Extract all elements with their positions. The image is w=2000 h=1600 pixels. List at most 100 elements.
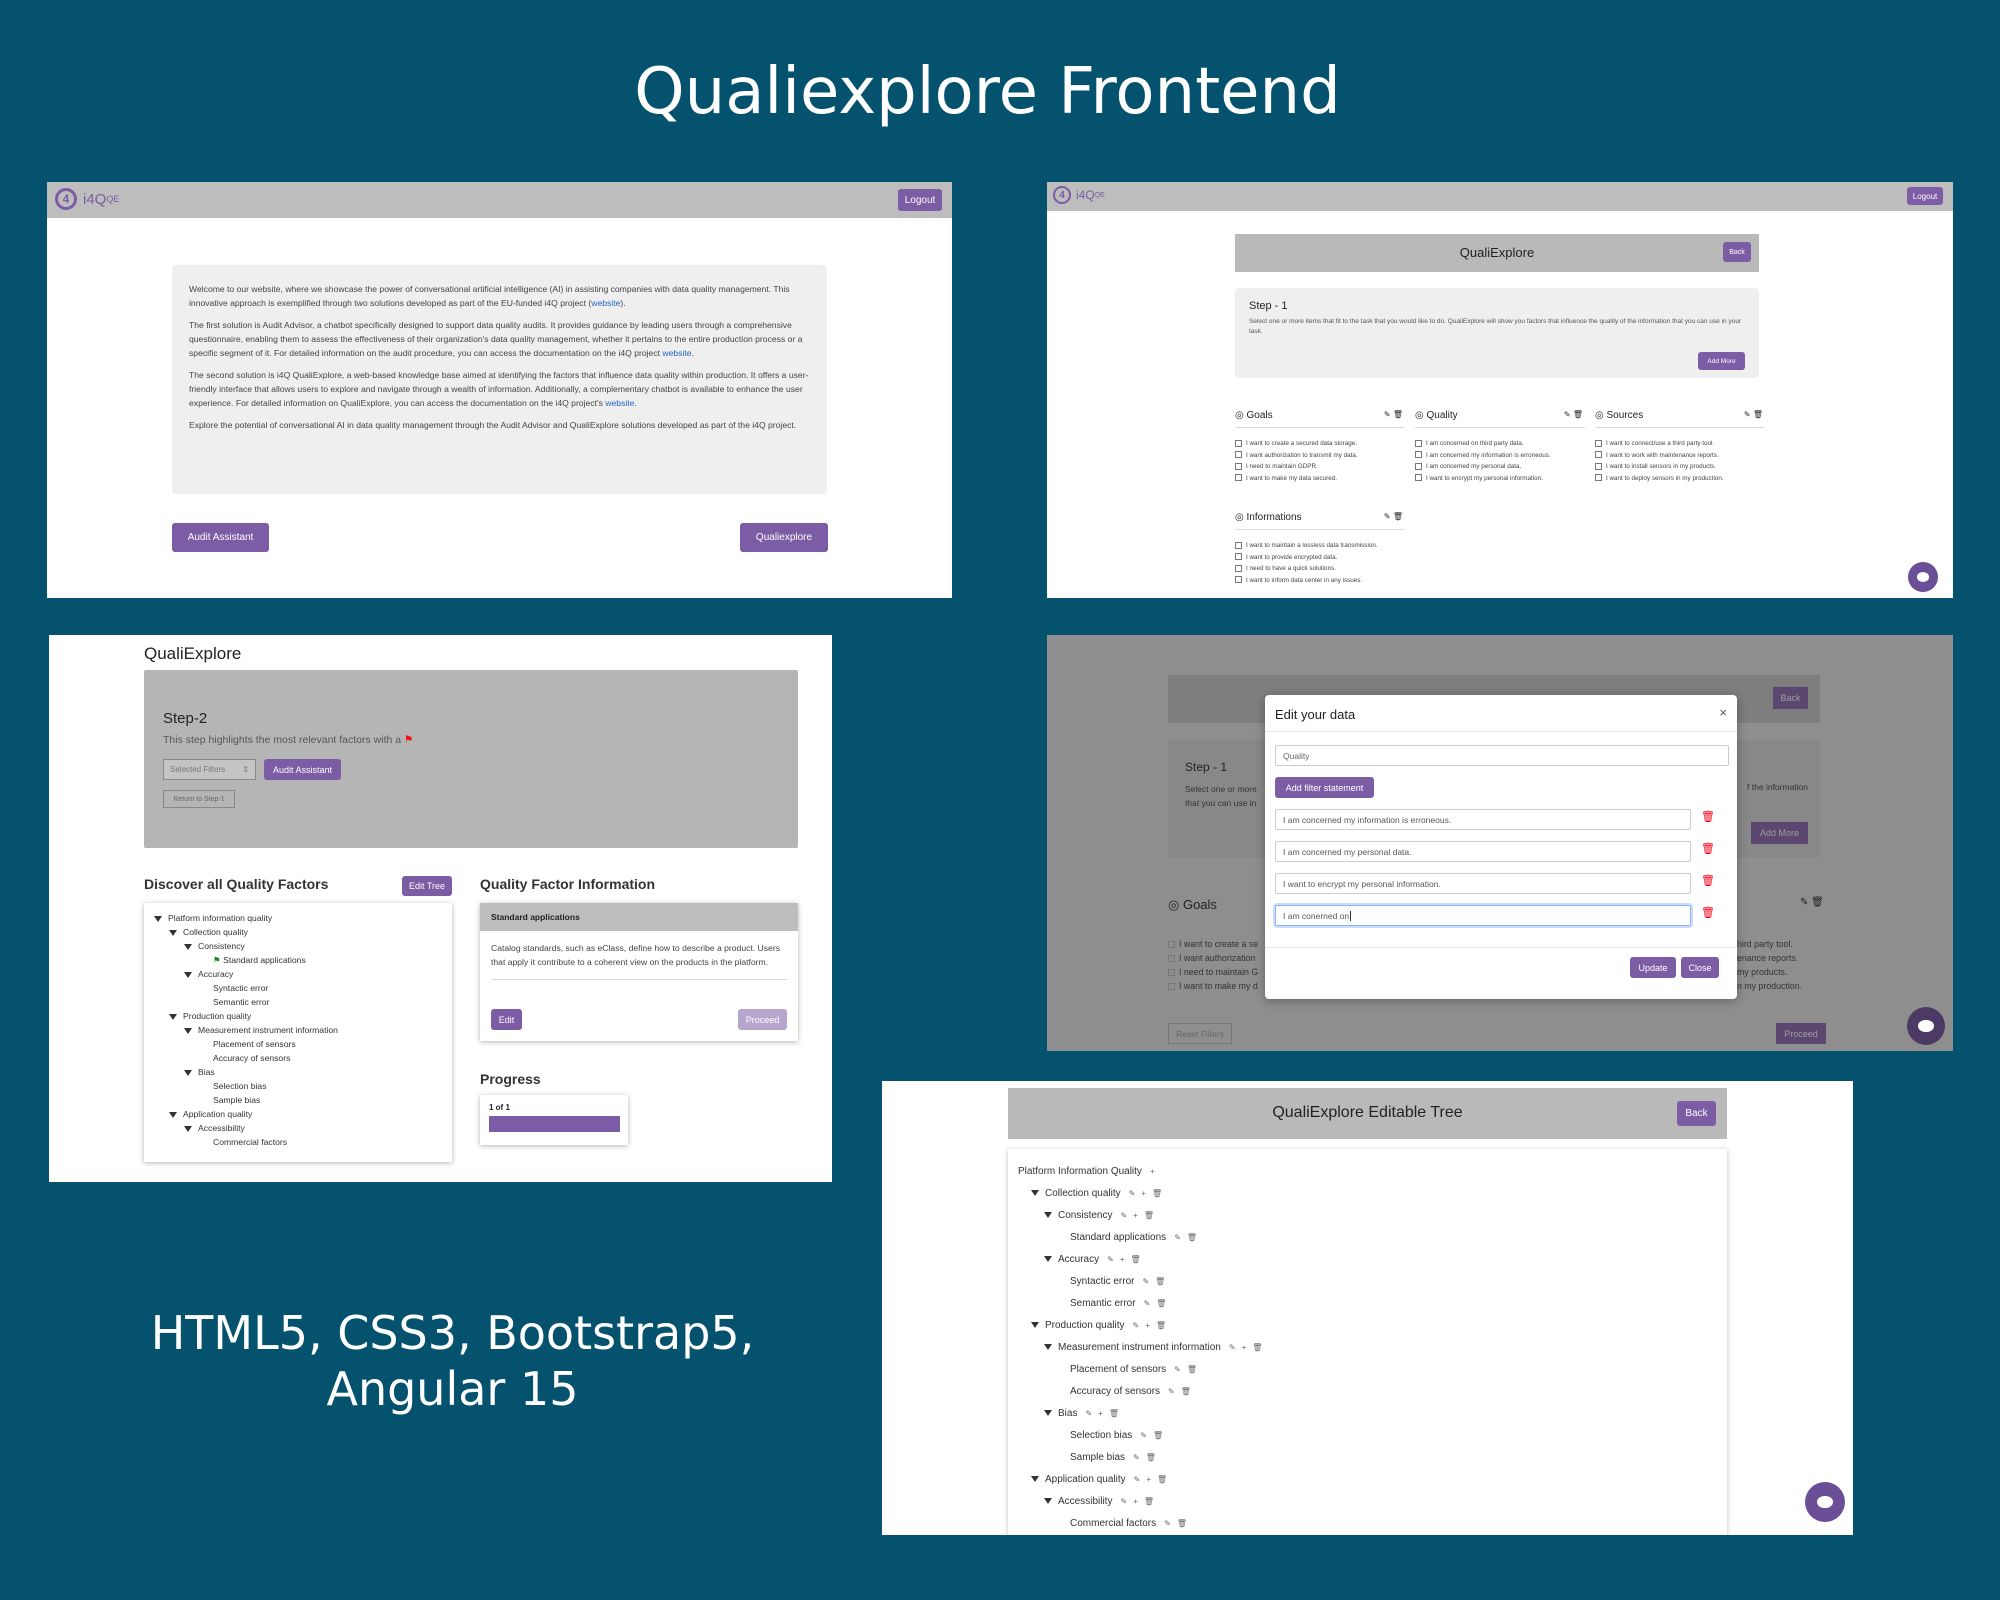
trash-icon[interactable]: 🗑 <box>1156 1299 1166 1308</box>
edit-icon[interactable]: ✎ <box>1174 1233 1181 1242</box>
edit-icon[interactable]: ✎ <box>1384 410 1391 419</box>
edit-icon[interactable]: ✎ <box>1120 1211 1127 1220</box>
tree-node[interactable]: Bias ✎ + 🗑 <box>1018 1403 1717 1425</box>
close-button[interactable]: Close <box>1681 957 1719 978</box>
edit-icon[interactable]: ✎ <box>1133 1321 1140 1330</box>
trash-icon[interactable]: 🗑 <box>1187 1233 1197 1242</box>
checkbox[interactable] <box>1235 541 1242 549</box>
caret-down-icon[interactable] <box>184 1125 192 1132</box>
back-button[interactable]: Back <box>1723 242 1751 262</box>
add-icon[interactable]: + <box>1150 1167 1155 1176</box>
list-item[interactable]: I am concerned my information is erroneo… <box>1415 450 1585 462</box>
checkbox[interactable] <box>1235 451 1242 459</box>
trash-icon[interactable]: 🗑 <box>1146 1453 1156 1462</box>
edit-icon[interactable]: ✎ <box>1164 1519 1171 1528</box>
checkbox[interactable] <box>1235 564 1242 572</box>
caret-down-icon[interactable] <box>1031 1322 1039 1329</box>
checkbox[interactable] <box>1595 462 1602 470</box>
tree-node[interactable]: Measurement instrument information ✎ + 🗑 <box>1018 1337 1717 1359</box>
back-button[interactable]: Back <box>1677 1101 1716 1126</box>
tree-node[interactable]: Production quality <box>154 1009 442 1023</box>
statement-input[interactable]: I am concerned my personal data. <box>1275 841 1691 862</box>
checkbox[interactable] <box>1595 474 1602 482</box>
list-item[interactable]: I am concerned my personal data. <box>1415 461 1585 473</box>
trash-icon[interactable]: 🗑 <box>1177 1519 1187 1528</box>
edit-icon[interactable]: ✎ <box>1107 1255 1114 1264</box>
checkbox[interactable] <box>1415 462 1422 470</box>
logout-button[interactable]: Logout <box>898 189 942 211</box>
trash-icon[interactable]: 🗑 <box>1152 1189 1162 1198</box>
checkbox[interactable] <box>1415 451 1422 459</box>
checkbox[interactable] <box>1235 576 1242 584</box>
statement-input-active[interactable]: I am conerned on <box>1275 905 1691 926</box>
trash-icon[interactable]: 🗑 <box>1157 1475 1167 1484</box>
edit-icon[interactable]: ✎ <box>1129 1189 1136 1198</box>
tree-node[interactable]: Selection bias ✎ 🗑 <box>1018 1425 1717 1447</box>
caret-down-icon[interactable] <box>184 1027 192 1034</box>
tree-node[interactable]: ⚑ Standard applications <box>154 953 442 967</box>
tree-node[interactable]: Accuracy ✎ + 🗑 <box>1018 1249 1717 1271</box>
edit-icon[interactable]: ✎ <box>1174 1365 1181 1374</box>
tree-node[interactable]: Semantic error ✎ 🗑 <box>1018 1293 1717 1315</box>
tree-node[interactable]: Bias <box>154 1065 442 1079</box>
tree-node[interactable]: Placement of sensors ✎ 🗑 <box>1018 1359 1717 1381</box>
edit-icon[interactable]: ✎ <box>1144 1299 1151 1308</box>
edit-icon[interactable]: ✎ <box>1564 410 1571 419</box>
list-item[interactable]: I want to connect/use a third party tool… <box>1595 438 1765 450</box>
trash-icon[interactable]: 🗑 <box>1156 1321 1166 1330</box>
statement-input[interactable]: I want to encrypt my personal informatio… <box>1275 873 1691 894</box>
add-icon[interactable]: + <box>1242 1343 1247 1352</box>
trash-icon[interactable]: 🗑 <box>1144 1497 1154 1506</box>
tree-node[interactable]: Placement of sensors <box>154 1037 442 1051</box>
checkbox[interactable] <box>1235 439 1242 447</box>
list-item[interactable]: I want to deploy sensors in my productio… <box>1595 473 1765 485</box>
add-icon[interactable]: + <box>1133 1211 1138 1220</box>
edit-icon[interactable]: ✎ <box>1085 1409 1092 1418</box>
audit-assistant-button[interactable]: Audit Assistant <box>172 523 269 552</box>
caret-down-icon[interactable] <box>184 943 192 950</box>
caret-down-icon[interactable] <box>1044 1256 1052 1263</box>
trash-icon[interactable]: 🗑 <box>1181 1387 1191 1396</box>
add-icon[interactable]: + <box>1145 1321 1150 1330</box>
app-logo[interactable]: 4 i4Q QE <box>55 188 119 210</box>
website-link-1[interactable]: website <box>591 298 620 308</box>
qualiexplore-button[interactable]: Qualiexplore <box>740 523 828 552</box>
add-icon[interactable]: + <box>1133 1497 1138 1506</box>
caret-down-icon[interactable] <box>154 915 162 922</box>
update-button[interactable]: Update <box>1630 957 1676 978</box>
website-link-3[interactable]: website <box>605 398 634 408</box>
list-item[interactable]: I want to provide encrypted data. <box>1235 552 1405 564</box>
checkbox[interactable] <box>1235 462 1242 470</box>
tree-node[interactable]: Consistency ✎ + 🗑 <box>1018 1205 1717 1227</box>
tree-node[interactable]: Platform information quality <box>154 911 442 925</box>
tree-node[interactable]: Production quality ✎ + 🗑 <box>1018 1315 1717 1337</box>
list-item[interactable]: I want to inform data center in any issu… <box>1235 575 1405 587</box>
caret-down-icon[interactable] <box>1031 1476 1039 1483</box>
tree-node[interactable]: Accuracy <box>154 967 442 981</box>
audit-assistant-button[interactable]: Audit Assistant <box>264 759 341 780</box>
logout-button[interactable]: Logout <box>1907 187 1943 205</box>
list-item[interactable]: I want to maintain a lossless data trans… <box>1235 540 1405 552</box>
caret-down-icon[interactable] <box>1044 1410 1052 1417</box>
list-item[interactable]: I am concerned on third party data. <box>1415 438 1585 450</box>
add-icon[interactable]: + <box>1098 1409 1103 1418</box>
list-item[interactable]: I need to have a quick solutions. <box>1235 563 1405 575</box>
tree-node[interactable]: Semantic error <box>154 995 442 1009</box>
return-step1-button[interactable]: Return to Step-1 <box>163 790 235 808</box>
website-link-2[interactable]: website <box>662 348 691 358</box>
statement-input[interactable]: I am concerned my information is erroneo… <box>1275 809 1691 830</box>
caret-down-icon[interactable] <box>1044 1344 1052 1351</box>
checkbox[interactable] <box>1235 553 1242 561</box>
caret-down-icon[interactable] <box>1031 1190 1039 1197</box>
tree-node[interactable]: Syntactic error ✎ 🗑 <box>1018 1271 1717 1293</box>
add-icon[interactable]: + <box>1120 1255 1125 1264</box>
checkbox[interactable] <box>1415 474 1422 482</box>
edit-icon[interactable]: ✎ <box>1229 1343 1236 1352</box>
caret-down-icon[interactable] <box>169 929 177 936</box>
trash-icon[interactable]: 🗑 <box>1144 1211 1154 1220</box>
tree-node[interactable]: Accuracy of sensors <box>154 1051 442 1065</box>
tree-node[interactable]: Selection bias <box>154 1079 442 1093</box>
tree-node[interactable]: Consistency <box>154 939 442 953</box>
edit-icon[interactable]: ✎ <box>1142 1277 1149 1286</box>
list-item[interactable]: I need to maintain GDPR. <box>1235 461 1405 473</box>
